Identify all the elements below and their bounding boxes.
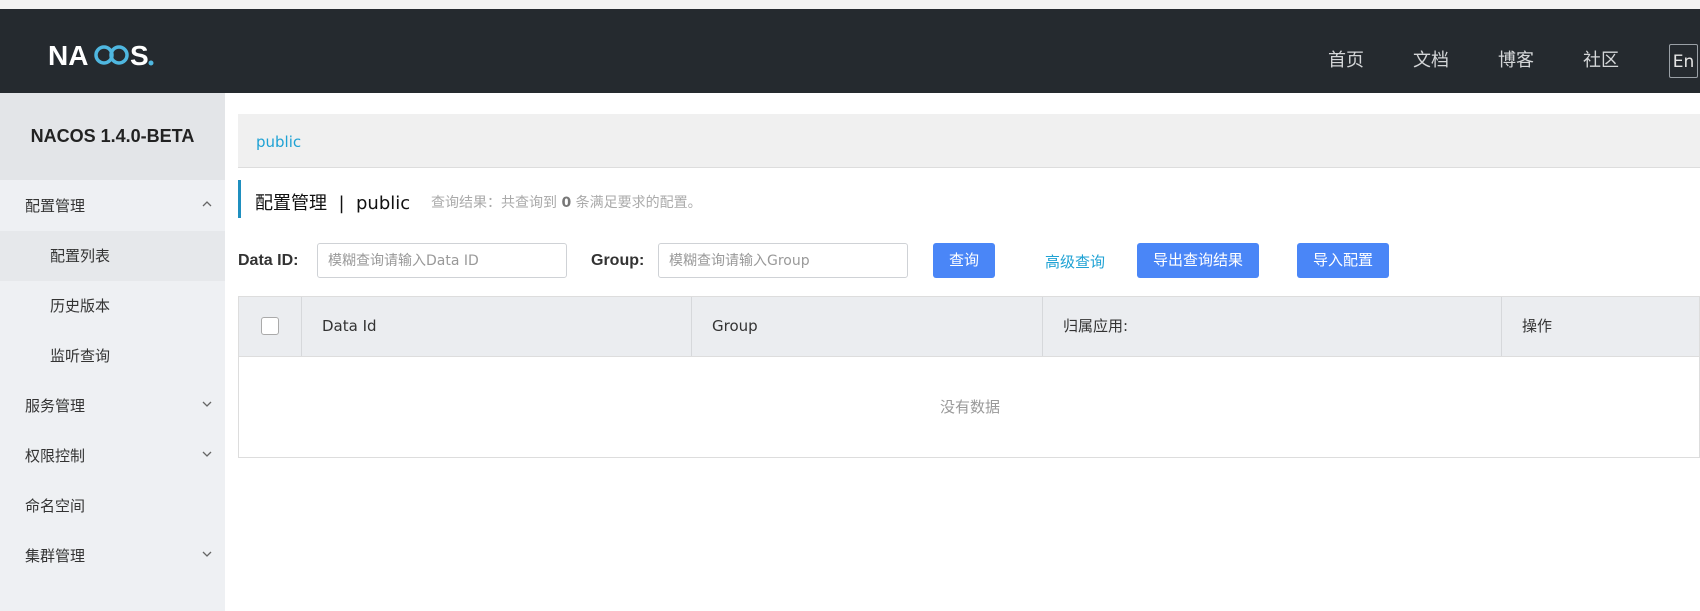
sidebar: NACOS 1.4.0-BETA 配置管理 配置列表 历史版本 监听查询 服务管… (0, 93, 225, 611)
column-header-dataid[interactable]: Data Id (322, 297, 377, 356)
import-config-button[interactable]: 导入配置 (1297, 243, 1389, 278)
query-result-summary: 查询结果：共查询到 0 条满足要求的配置。 (431, 195, 702, 211)
chevron-down-icon (201, 431, 213, 481)
column-divider (1501, 297, 1502, 356)
sidebar-item-label: 监听查询 (50, 347, 111, 365)
advanced-search-link[interactable]: 高级查询 (1045, 251, 1105, 272)
sidebar-item-label: 集群管理 (25, 547, 86, 565)
search-button[interactable]: 查询 (933, 243, 995, 278)
sidebar-item-namespace[interactable]: 命名空间 (0, 481, 225, 531)
column-divider (301, 297, 302, 356)
svg-text:NA: NA (48, 40, 88, 71)
page-title: 配置管理 | public (255, 193, 411, 214)
nacos-logo[interactable]: NA S (48, 37, 168, 73)
sidebar-item-label: 命名空间 (25, 497, 86, 515)
svg-text:S: S (130, 40, 149, 71)
namespace-bar: public (238, 114, 1700, 168)
sidebar-item-label: 配置列表 (50, 247, 111, 265)
column-divider (1042, 297, 1043, 356)
sidebar-item-config-management[interactable]: 配置管理 (0, 181, 225, 231)
chevron-down-icon (201, 381, 213, 431)
sidebar-item-listener-query[interactable]: 监听查询 (0, 331, 225, 381)
group-label: Group: (591, 252, 645, 269)
chevron-up-icon (201, 181, 213, 231)
version-label: NACOS 1.4.0-BETA (0, 93, 225, 180)
sidebar-item-history[interactable]: 历史版本 (0, 281, 225, 331)
empty-state-text: 没有数据 (939, 398, 1000, 416)
column-divider (691, 297, 692, 356)
dataid-input[interactable] (317, 243, 567, 278)
sidebar-item-config-list[interactable]: 配置列表 (0, 231, 225, 281)
nav-home[interactable]: 首页 (1328, 46, 1364, 72)
export-results-button[interactable]: 导出查询结果 (1137, 243, 1259, 278)
column-header-group[interactable]: Group (712, 297, 758, 356)
column-header-actions: 操作 (1522, 317, 1553, 335)
namespace-link-public[interactable]: public (256, 133, 301, 151)
language-toggle[interactable]: En (1669, 44, 1698, 78)
nav-community[interactable]: 社区 (1583, 46, 1619, 72)
page-title-bar: 配置管理 | public 查询结果：共查询到 0 条满足要求的配置。 (238, 180, 1700, 218)
top-header: NA S 首页 文档 博客 社区 En (0, 9, 1700, 93)
select-all-checkbox[interactable] (261, 317, 279, 335)
sidebar-item-label: 历史版本 (50, 297, 111, 315)
table-header: Data Id Group 归属应用: 操作 (239, 297, 1699, 357)
group-input[interactable] (658, 243, 908, 278)
config-table: Data Id Group 归属应用: 操作 没有数据 (238, 296, 1700, 458)
column-header-app[interactable]: 归属应用: (1063, 297, 1128, 356)
sidebar-item-access-control[interactable]: 权限控制 (0, 431, 225, 481)
sidebar-item-label: 权限控制 (25, 447, 86, 465)
dataid-label: Data ID: (238, 252, 299, 269)
sidebar-item-label: 服务管理 (25, 397, 86, 415)
sidebar-item-cluster-management[interactable]: 集群管理 (0, 531, 225, 581)
chevron-down-icon (201, 531, 213, 581)
sidebar-item-service-management[interactable]: 服务管理 (0, 381, 225, 431)
sidebar-item-label: 配置管理 (25, 197, 86, 215)
nav-blog[interactable]: 博客 (1498, 46, 1534, 72)
top-strip (0, 0, 1700, 9)
nav-docs[interactable]: 文档 (1413, 46, 1449, 72)
